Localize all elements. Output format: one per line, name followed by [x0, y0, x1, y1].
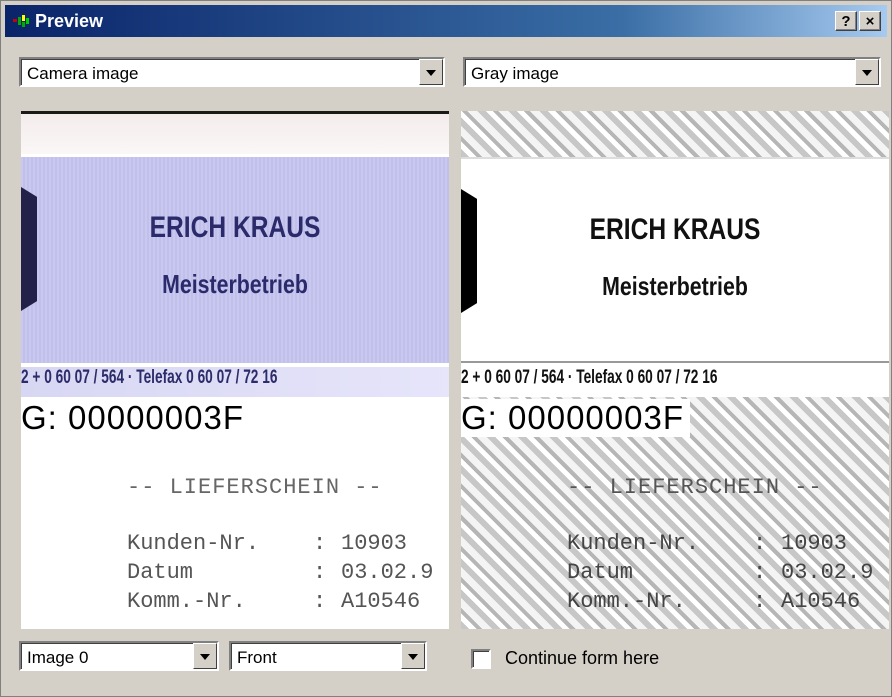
field-label: Kunden-Nr.: [127, 531, 260, 556]
field-label: Datum: [567, 560, 634, 585]
field-value: 10903: [341, 531, 408, 556]
field-value: A10546: [781, 589, 861, 614]
document-heading: -- LIEFERSCHEIN --: [127, 475, 383, 500]
noise-top: [461, 111, 889, 157]
document-heading: -- LIEFERSCHEIN --: [567, 475, 823, 500]
field-row: Komm.-Nr.: A10546: [127, 589, 421, 614]
field-value: 03.02.9: [341, 560, 434, 585]
letterhead-band: ERICH KRAUS Meisterbetrieb: [21, 157, 449, 363]
chevron-down-icon[interactable]: [855, 59, 879, 85]
continue-form-label[interactable]: Continue form here: [505, 648, 659, 669]
field-label: Kunden-Nr.: [567, 531, 700, 556]
help-button[interactable]: ?: [835, 11, 857, 31]
company-subtitle: Meisterbetrieb: [602, 271, 748, 301]
right-image-type-select[interactable]: Gray image: [463, 57, 881, 87]
field-row: Datum:03.02.9: [567, 560, 874, 585]
company-name: ERICH KRAUS: [149, 211, 321, 244]
side-value: Front: [237, 648, 277, 667]
field-value: A10546: [341, 589, 421, 614]
field-label: Komm.-Nr.: [567, 589, 686, 614]
image-index-select[interactable]: Image 0: [19, 641, 219, 671]
chevron-down-icon[interactable]: [401, 643, 425, 669]
continue-form-checkbox[interactable]: [471, 649, 491, 669]
document-fields: Kunden-Nr.:10903 Datum:03.02.9 Komm.-Nr.…: [567, 529, 873, 616]
chevron-down-icon[interactable]: [193, 643, 217, 669]
preview-window: Preview ? × Camera image Gray image ERIC…: [0, 0, 892, 697]
app-icon: [13, 15, 29, 27]
gray-image-view: ERICH KRAUS Meisterbetrieb 2 + 0 60 07 /…: [461, 111, 889, 629]
document-fields: Kunden-Nr.:10903 Datum:03.02.9 Komm.-Nr.…: [127, 529, 433, 616]
left-image-type-select[interactable]: Camera image: [19, 57, 445, 87]
field-value: 10903: [781, 531, 848, 556]
field-row: Kunden-Nr.:10903: [127, 531, 408, 556]
field-label: Komm.-Nr.: [127, 589, 246, 614]
side-select[interactable]: Front: [229, 641, 427, 671]
scan-background: [21, 114, 449, 154]
logo-shape: [461, 189, 477, 313]
image-index-value: Image 0: [27, 648, 89, 667]
phone-line: 2 + 0 60 07 / 564 · Telefax 0 60 07 / 72…: [21, 367, 449, 397]
title-bar[interactable]: Preview ? ×: [5, 5, 887, 37]
right-image-type-value: Gray image: [471, 64, 559, 83]
barcode-text: G: 00000003F: [21, 399, 244, 436]
barcode-text: G: 00000003F: [461, 399, 690, 437]
field-row: Kunden-Nr.:10903: [567, 531, 848, 556]
chevron-down-icon[interactable]: [419, 59, 443, 85]
camera-image-view: ERICH KRAUS Meisterbetrieb 2 + 0 60 07 /…: [21, 111, 449, 629]
close-button[interactable]: ×: [859, 11, 881, 31]
phone-line: 2 + 0 60 07 / 564 · Telefax 0 60 07 / 72…: [461, 367, 718, 388]
letterhead-band: ERICH KRAUS Meisterbetrieb: [461, 157, 889, 363]
window-title: Preview: [35, 11, 104, 31]
field-row: Komm.-Nr.: A10546: [567, 589, 861, 614]
logo-shape: [21, 187, 37, 311]
field-label: Datum: [127, 560, 194, 585]
left-image-type-value: Camera image: [27, 64, 139, 83]
company-name: ERICH KRAUS: [589, 213, 761, 246]
field-row: Datum:03.02.9: [127, 560, 434, 585]
field-value: 03.02.9: [781, 560, 874, 585]
company-subtitle: Meisterbetrieb: [162, 269, 308, 299]
